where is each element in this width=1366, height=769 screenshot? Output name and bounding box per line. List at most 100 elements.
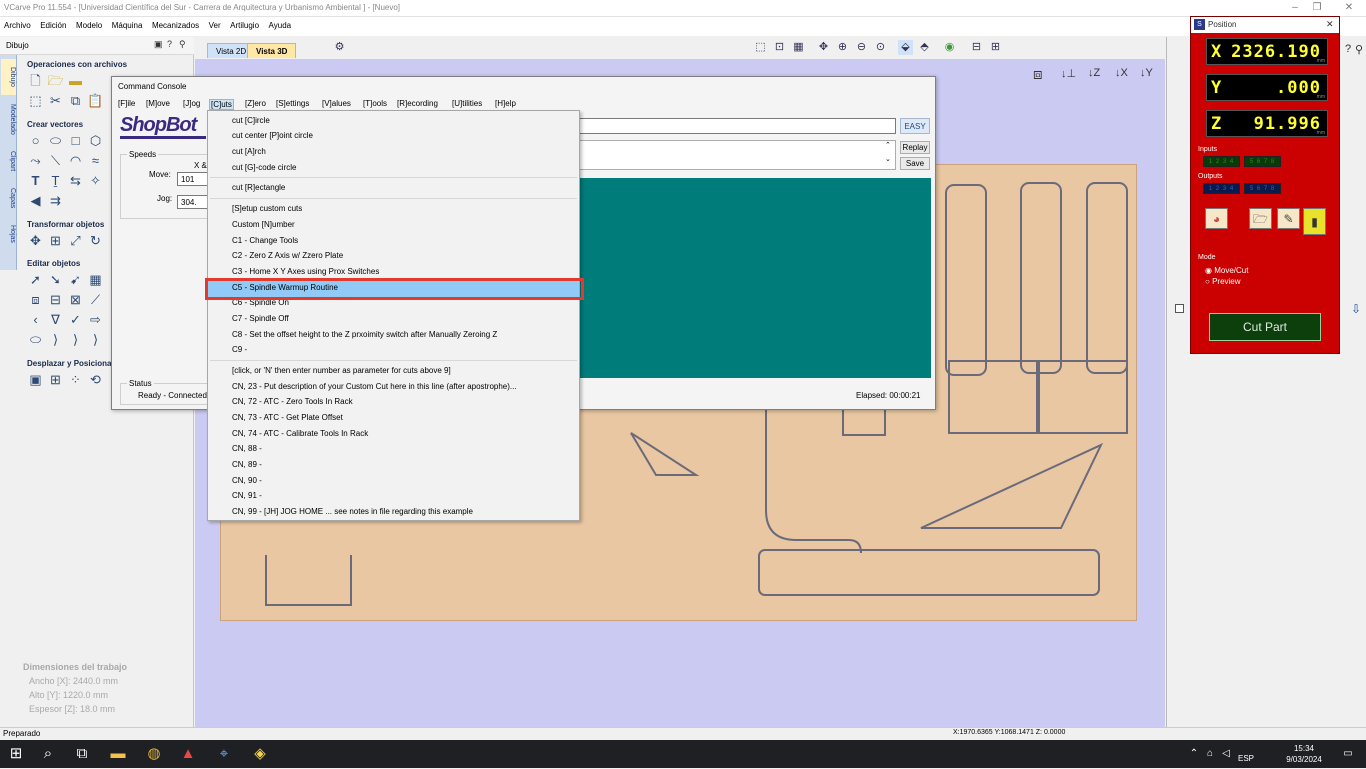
acrobat-icon[interactable]: ▲ [178,744,198,764]
grid-icon[interactable]: ▦ [791,40,806,55]
menu-item-cn72[interactable]: CN, 72 - ATC - Zero Tools In Rack [232,397,353,406]
save-button[interactable]: Save [900,157,930,170]
chrome-icon[interactable]: ◍ [144,744,164,764]
menu-item-cut-gcode-circle[interactable]: cut [G]-code circle [232,163,296,172]
menu-item-cn91[interactable]: CN, 91 - [232,491,262,500]
weld-icon[interactable]: ⧈ [27,292,44,308]
subtract-icon[interactable]: ⊟ [47,292,64,308]
zoom-fit-icon[interactable]: ⊙ [873,40,888,55]
tab-capas[interactable]: Capas [1,181,16,215]
settings-icon[interactable]: ⚙ [332,40,347,55]
arc-icon[interactable]: ◠ [67,153,84,169]
paste-icon[interactable]: 📋 [87,93,104,109]
file-explorer-icon[interactable]: ▬ [108,744,128,764]
curve-icon[interactable]: ≈ [87,153,104,169]
layout-full-icon[interactable]: ⊞ [988,40,1003,55]
node-edit-icon[interactable]: ➘ [47,272,64,288]
menu-item-cut-arch[interactable]: cut [A]rch [232,147,266,156]
menu-mecanizados[interactable]: Mecanizados [148,17,202,30]
panel-options-icon[interactable]: ▣ [154,39,163,50]
move-icon[interactable]: ✥ [27,233,44,249]
transform-mode-icon[interactable]: ➹ [67,272,84,288]
menu-artilugio[interactable]: Artilugio [226,17,262,30]
cut-icon[interactable]: ✂ [47,93,64,109]
pin-icon-right[interactable]: ⚲ [1355,43,1363,56]
trim-icon[interactable]: ⟋ [87,292,104,308]
cmenu-settings[interactable]: [S]ettings [276,99,309,108]
easy-button[interactable]: EASY [900,118,930,134]
menu-item-cn88[interactable]: CN, 88 - [232,444,262,453]
tab-hojas[interactable]: Hojas [1,217,16,251]
polygon-icon[interactable]: ⬡ [87,133,104,149]
menu-item-cut-rectangle[interactable]: cut [R]ectangle [232,183,285,192]
vcarve-icon[interactable]: ◈ [250,744,270,764]
menu-item-cut-center-point-circle[interactable]: cut center [P]oint circle [232,131,313,140]
cmenu-tools[interactable]: [T]ools [363,99,387,108]
copy-icon[interactable]: ⧉ [67,93,84,109]
join-icon[interactable]: ⟩ [47,332,64,348]
menu-item-cn74[interactable]: CN, 74 - ATC - Calibrate Tools In Rack [232,429,368,438]
menu-item-cn90[interactable]: CN, 90 - [232,476,262,485]
cmenu-file[interactable]: [F]ile [118,99,135,108]
menu-ver[interactable]: Ver [205,17,224,30]
mirror-icon[interactable]: ⟩ [67,332,84,348]
spindle-icon[interactable]: ▮ [1303,208,1326,235]
menu-item-c2[interactable]: C2 - Zero Z Axis w/ Zzero Plate [232,251,343,260]
menu-item-c1[interactable]: C1 - Change Tools [232,236,298,245]
menu-modelo[interactable]: Modelo [72,17,105,30]
cmenu-help[interactable]: [H]elp [495,99,516,108]
polyline-icon[interactable]: ⤳ [27,153,44,169]
dimension-icon[interactable]: ⇆ [67,173,84,189]
menu-item-c8[interactable]: C8 - Set the offset height to the Z prxo… [232,330,497,339]
task-view-icon[interactable]: ⧉ [72,744,92,764]
pin-icon[interactable]: ⚲ [179,39,186,50]
ellipse-icon[interactable]: ⬭ [47,133,64,149]
material-icon[interactable]: ⬘ [917,40,932,55]
tab-modelado[interactable]: Modelado [1,97,16,141]
array-icon[interactable]: ⊞ [47,372,64,388]
tab-clipart[interactable]: Clipart [1,143,16,179]
rotate-icon[interactable]: ↻ [87,233,104,249]
open-file-icon[interactable]: 🗁 [47,73,64,89]
replay-button[interactable]: Replay [900,141,930,154]
menu-item-cn89[interactable]: CN, 89 - [232,460,262,469]
offset-icon[interactable]: ⇉ [47,193,64,209]
maximize-button[interactable]: ❐ [1306,1,1328,15]
command-input[interactable] [579,118,896,134]
scroll-down-icon[interactable]: ⌄ [885,155,891,163]
checkbox[interactable] [1175,304,1184,313]
volume-icon[interactable]: ◁ [1216,744,1236,764]
cut-part-button[interactable]: Cut Part [1209,313,1321,341]
view-y-icon[interactable]: ↓Y [1140,67,1153,79]
mode-preview-radio[interactable]: ○ Preview [1205,277,1241,286]
language-indicator[interactable]: ESP [1236,749,1256,769]
mode-movecut-radio[interactable]: ◉ Move/Cut [1205,266,1248,275]
group-icon[interactable]: ▦ [87,272,104,288]
line-icon[interactable]: ⟍ [47,153,64,169]
new-file-icon[interactable]: 🗋 [27,73,44,89]
menu-archivo[interactable]: Archivo [0,17,34,30]
tab-dibujo[interactable]: Dibujo [1,59,16,95]
smooth-icon[interactable]: ✓ [67,312,84,328]
menu-ayuda[interactable]: Ayuda [265,17,295,30]
close-button[interactable]: ✕ [1338,1,1360,15]
zoom-out-icon[interactable]: ⊖ [854,40,869,55]
start-icon[interactable]: ⊞ [6,744,26,764]
trace-icon[interactable]: ✧ [87,173,104,189]
zoom-in-icon[interactable]: ⊕ [835,40,850,55]
arrow-icon[interactable]: ⇨ [87,312,104,328]
menu-item-c7[interactable]: C7 - Spindle Off [232,314,289,323]
distribute-icon[interactable]: ⁘ [67,372,84,388]
menu-item-custom-number[interactable]: Custom [N]umber [232,220,295,229]
arrow-down-icon[interactable]: ⇩ [1351,302,1361,316]
file-edit-icon[interactable]: ✎ [1277,208,1300,229]
align-icon[interactable]: ⊞ [47,233,64,249]
circle-icon[interactable]: ○ [27,133,44,149]
menu-item-setup-custom-cuts[interactable]: [S]etup custom cuts [232,204,302,213]
save-file-icon[interactable]: ▬ [67,73,84,89]
menu-maquina[interactable]: Máquina [108,17,146,30]
position-icon[interactable]: ▣ [27,372,44,388]
extend-icon[interactable]: ‹ [27,312,44,328]
view-origin-icon[interactable]: ↓⊥ [1061,67,1076,80]
notification-icon[interactable]: ▭ [1338,744,1358,764]
